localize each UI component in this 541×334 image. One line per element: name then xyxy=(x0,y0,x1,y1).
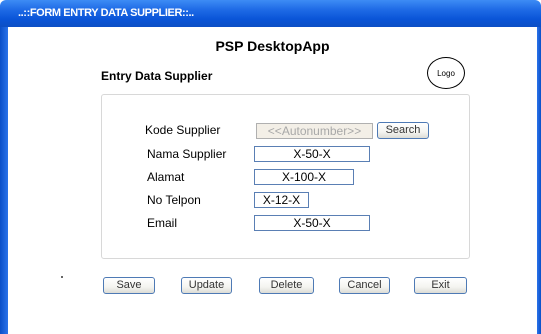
save-button[interactable]: Save xyxy=(103,277,155,294)
form-title: Entry Data Supplier xyxy=(101,69,213,83)
update-button[interactable]: Update xyxy=(181,277,232,294)
stray-dot xyxy=(61,276,63,278)
window-title: ..::FORM ENTRY DATA SUPPLIER::.. xyxy=(18,7,194,19)
kode-supplier-field: <<Autonumber>> xyxy=(256,123,373,139)
no-telpon-field[interactable]: X-12-X xyxy=(254,192,309,208)
alamat-field[interactable]: X-100-X xyxy=(254,169,354,185)
cancel-button[interactable]: Cancel xyxy=(339,277,390,294)
logo: Logo xyxy=(427,57,465,89)
window-client-area: PSP DesktopApp Entry Data Supplier Logo … xyxy=(8,27,537,334)
kode-supplier-label: Kode Supplier xyxy=(145,123,221,137)
no-telpon-label: No Telpon xyxy=(147,193,201,207)
nama-supplier-field[interactable]: X-50-X xyxy=(254,146,370,162)
logo-label: Logo xyxy=(437,68,455,78)
email-field[interactable]: X-50-X xyxy=(254,215,370,231)
delete-button[interactable]: Delete xyxy=(259,277,314,294)
window-border-right xyxy=(537,27,541,334)
window-titlebar[interactable]: ..::FORM ENTRY DATA SUPPLIER::.. xyxy=(0,0,541,27)
window-border-left xyxy=(0,27,8,334)
form-window: ..::FORM ENTRY DATA SUPPLIER::.. PSP Des… xyxy=(0,0,541,334)
nama-supplier-label: Nama Supplier xyxy=(147,147,227,161)
search-button[interactable]: Search xyxy=(377,122,429,139)
alamat-label: Alamat xyxy=(147,170,185,184)
email-label: Email xyxy=(147,216,178,230)
app-title: PSP DesktopApp xyxy=(215,38,330,54)
exit-button[interactable]: Exit xyxy=(414,277,467,294)
